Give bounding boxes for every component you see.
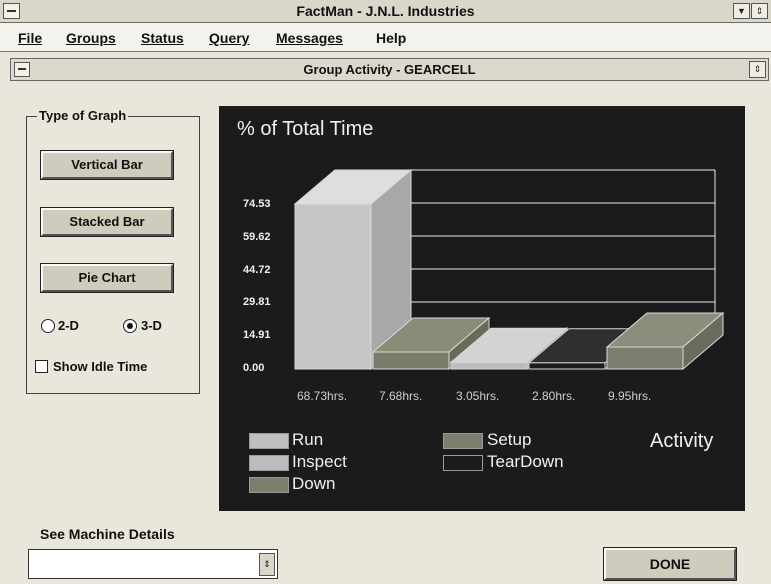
menu-file[interactable]: File — [18, 30, 42, 46]
bar-front — [528, 362, 606, 370]
chart-panel: % of Total Time 74.53 59.62 44.72 29.81 … — [219, 106, 745, 511]
legend-title: Activity — [650, 430, 714, 452]
legend-swatch-run — [249, 433, 289, 449]
done-button[interactable]: DONE — [604, 548, 736, 580]
legend-label-run: Run — [292, 430, 324, 449]
radio-3d[interactable] — [123, 319, 137, 333]
menu-messages[interactable]: Messages — [276, 30, 343, 46]
radio-3d-label: 3-D — [141, 318, 162, 333]
radio-3d-selected-dot — [127, 323, 133, 329]
legend-label-down: Down — [292, 474, 336, 493]
bar-front — [450, 361, 528, 370]
pie-chart-button[interactable]: Pie Chart — [41, 264, 173, 292]
machine-details-combo[interactable]: ⇕ — [28, 549, 278, 579]
x-hours-label: 7.68hrs. — [379, 389, 423, 403]
radio-2d[interactable] — [41, 319, 55, 333]
window-titlebar: FactMan - J.N.L. Industries ▼ ⇕ — [0, 0, 771, 23]
radio-2d-label: 2-D — [58, 318, 79, 333]
legend-label-inspect: Inspect — [292, 452, 347, 471]
legend-label-setup: Setup — [487, 430, 532, 449]
x-hours-label: 3.05hrs. — [456, 389, 500, 403]
restore-button[interactable]: ⇕ — [751, 3, 768, 19]
see-machine-details-label: See Machine Details — [40, 526, 175, 542]
menu-query[interactable]: Query — [209, 30, 249, 46]
graph-type-group: Type of Graph Vertical Bar Stacked Bar P… — [26, 108, 200, 394]
show-idle-checkbox[interactable] — [35, 360, 48, 373]
legend-label-teardown: TearDown — [487, 452, 564, 471]
menu-bar: File Groups Status Query Messages Help — [0, 23, 771, 52]
menu-help[interactable]: Help — [376, 30, 406, 46]
x-hours-label: 68.73hrs. — [297, 389, 348, 403]
minimize-button[interactable]: ▼ — [733, 3, 750, 19]
child-window-titlebar: Group Activity - GEARCELL ⇕ — [10, 58, 769, 81]
legend-swatch-setup — [443, 433, 483, 449]
combo-dropdown-icon[interactable]: ⇕ — [259, 553, 275, 576]
x-hours-label: 2.80hrs. — [532, 389, 576, 403]
child-restore-button[interactable]: ⇕ — [749, 61, 766, 78]
menu-groups[interactable]: Groups — [66, 30, 116, 46]
child-window-title: Group Activity - GEARCELL — [303, 62, 476, 77]
graph-type-label: Type of Graph — [37, 108, 129, 123]
bar-front — [372, 351, 450, 370]
vertical-bar-button[interactable]: Vertical Bar — [41, 151, 173, 179]
bar-front — [294, 203, 372, 370]
show-idle-label: Show Idle Time — [53, 359, 148, 374]
bar-front — [606, 346, 684, 370]
window-title: FactMan - J.N.L. Industries — [296, 3, 475, 19]
menu-status[interactable]: Status — [141, 30, 184, 46]
legend-swatch-down — [249, 477, 289, 493]
legend-swatch-inspect — [249, 455, 289, 471]
stacked-bar-button[interactable]: Stacked Bar — [41, 208, 173, 236]
x-hours-label: 9.95hrs. — [608, 389, 652, 403]
legend-swatch-teardown — [443, 455, 483, 471]
